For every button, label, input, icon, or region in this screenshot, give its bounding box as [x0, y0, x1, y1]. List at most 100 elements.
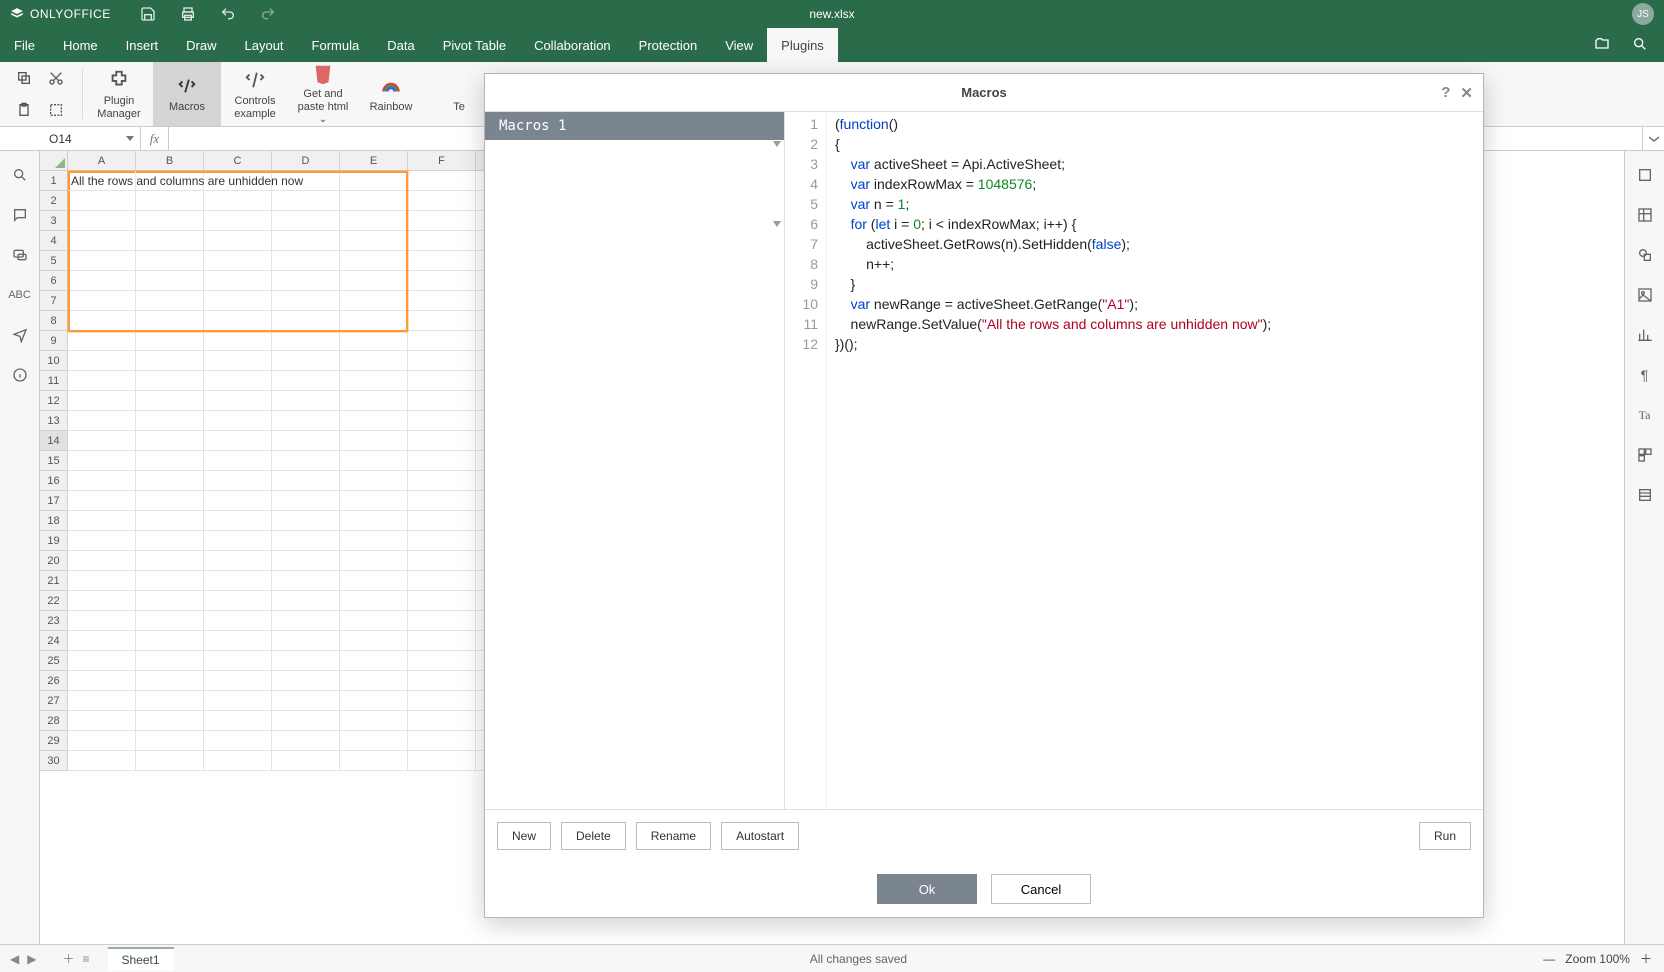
cell[interactable]	[408, 651, 476, 671]
cell[interactable]	[68, 591, 136, 611]
cell[interactable]	[272, 311, 340, 331]
cell[interactable]	[340, 391, 408, 411]
ribbon-controls-example[interactable]: Controls example	[221, 62, 289, 126]
cell[interactable]	[136, 331, 204, 351]
cell[interactable]	[272, 211, 340, 231]
cell[interactable]	[340, 551, 408, 571]
cell[interactable]	[272, 331, 340, 351]
row-header[interactable]: 7	[40, 291, 68, 311]
cell[interactable]	[68, 451, 136, 471]
cell[interactable]	[68, 611, 136, 631]
cell[interactable]	[272, 671, 340, 691]
cell[interactable]	[408, 171, 476, 191]
cell[interactable]	[68, 651, 136, 671]
cell[interactable]	[204, 251, 272, 271]
cell[interactable]	[340, 211, 408, 231]
cell[interactable]	[204, 431, 272, 451]
cell[interactable]	[136, 271, 204, 291]
chat-icon[interactable]	[10, 245, 30, 265]
menu-tab-insert[interactable]: Insert	[112, 28, 173, 62]
zoom-label[interactable]: Zoom 100%	[1565, 952, 1630, 966]
open-location-icon[interactable]	[1594, 36, 1612, 54]
cell[interactable]	[340, 671, 408, 691]
cell[interactable]	[408, 431, 476, 451]
cell[interactable]	[408, 671, 476, 691]
cell[interactable]	[204, 591, 272, 611]
cell[interactable]	[68, 291, 136, 311]
cell[interactable]	[340, 251, 408, 271]
table-settings-icon[interactable]	[1635, 205, 1655, 225]
cell[interactable]	[408, 271, 476, 291]
cell[interactable]	[408, 391, 476, 411]
menu-tab-collaboration[interactable]: Collaboration	[520, 28, 625, 62]
rename-button[interactable]: Rename	[636, 822, 711, 850]
cell[interactable]	[408, 311, 476, 331]
row-header[interactable]: 27	[40, 691, 68, 711]
copy-icon[interactable]	[10, 64, 38, 92]
cell[interactable]	[68, 231, 136, 251]
cell[interactable]	[272, 711, 340, 731]
row-header[interactable]: 18	[40, 511, 68, 531]
shape-settings-icon[interactable]	[1635, 245, 1655, 265]
macro-list-item[interactable]: Macros 1	[485, 112, 784, 140]
cell[interactable]	[408, 711, 476, 731]
image-settings-icon[interactable]	[1635, 285, 1655, 305]
cell[interactable]	[340, 711, 408, 731]
cell-settings-icon[interactable]	[1635, 165, 1655, 185]
cell[interactable]	[204, 711, 272, 731]
cell[interactable]	[340, 411, 408, 431]
cell[interactable]	[272, 271, 340, 291]
cell[interactable]	[68, 751, 136, 771]
cell[interactable]	[340, 231, 408, 251]
pivot-settings-icon[interactable]	[1635, 445, 1655, 465]
cell[interactable]	[136, 451, 204, 471]
cell[interactable]	[136, 211, 204, 231]
cell[interactable]	[136, 371, 204, 391]
cell[interactable]	[136, 751, 204, 771]
cell[interactable]	[204, 731, 272, 751]
ribbon-telegram[interactable]: Te	[425, 62, 493, 126]
menu-tab-plugins[interactable]: Plugins	[767, 28, 838, 62]
cell[interactable]	[272, 291, 340, 311]
paste-icon[interactable]	[10, 96, 38, 124]
cancel-button[interactable]: Cancel	[991, 874, 1091, 904]
cell[interactable]	[68, 571, 136, 591]
cell[interactable]	[204, 511, 272, 531]
print-icon[interactable]	[179, 5, 197, 23]
cell[interactable]	[340, 431, 408, 451]
cell[interactable]	[136, 671, 204, 691]
cell[interactable]	[340, 531, 408, 551]
cell[interactable]	[340, 271, 408, 291]
cell[interactable]	[204, 551, 272, 571]
cell[interactable]	[204, 311, 272, 331]
cell[interactable]	[272, 751, 340, 771]
cell[interactable]	[408, 631, 476, 651]
row-header[interactable]: 12	[40, 391, 68, 411]
cell[interactable]	[204, 491, 272, 511]
menu-tab-file[interactable]: File	[0, 28, 49, 62]
save-icon[interactable]	[139, 5, 157, 23]
cell[interactable]	[408, 451, 476, 471]
cell-reference-box[interactable]: O14	[41, 127, 141, 150]
cell[interactable]	[68, 531, 136, 551]
cell[interactable]	[204, 471, 272, 491]
delete-button[interactable]: Delete	[561, 822, 626, 850]
close-icon[interactable]: ✕	[1460, 84, 1473, 102]
cell[interactable]	[340, 511, 408, 531]
cell[interactable]: All the rows and columns are unhidden no…	[68, 171, 136, 191]
search-icon[interactable]	[10, 165, 30, 185]
row-header[interactable]: 8	[40, 311, 68, 331]
cell[interactable]	[272, 691, 340, 711]
chart-settings-icon[interactable]	[1635, 325, 1655, 345]
cell[interactable]	[272, 251, 340, 271]
zoom-out-icon[interactable]: —	[1543, 952, 1555, 966]
fx-icon[interactable]: fx	[141, 127, 169, 150]
cell[interactable]	[340, 191, 408, 211]
row-header[interactable]: 20	[40, 551, 68, 571]
cell[interactable]	[408, 551, 476, 571]
info-icon[interactable]	[10, 365, 30, 385]
autostart-button[interactable]: Autostart	[721, 822, 799, 850]
row-header[interactable]: 2	[40, 191, 68, 211]
row-header[interactable]: 11	[40, 371, 68, 391]
cell[interactable]	[272, 191, 340, 211]
